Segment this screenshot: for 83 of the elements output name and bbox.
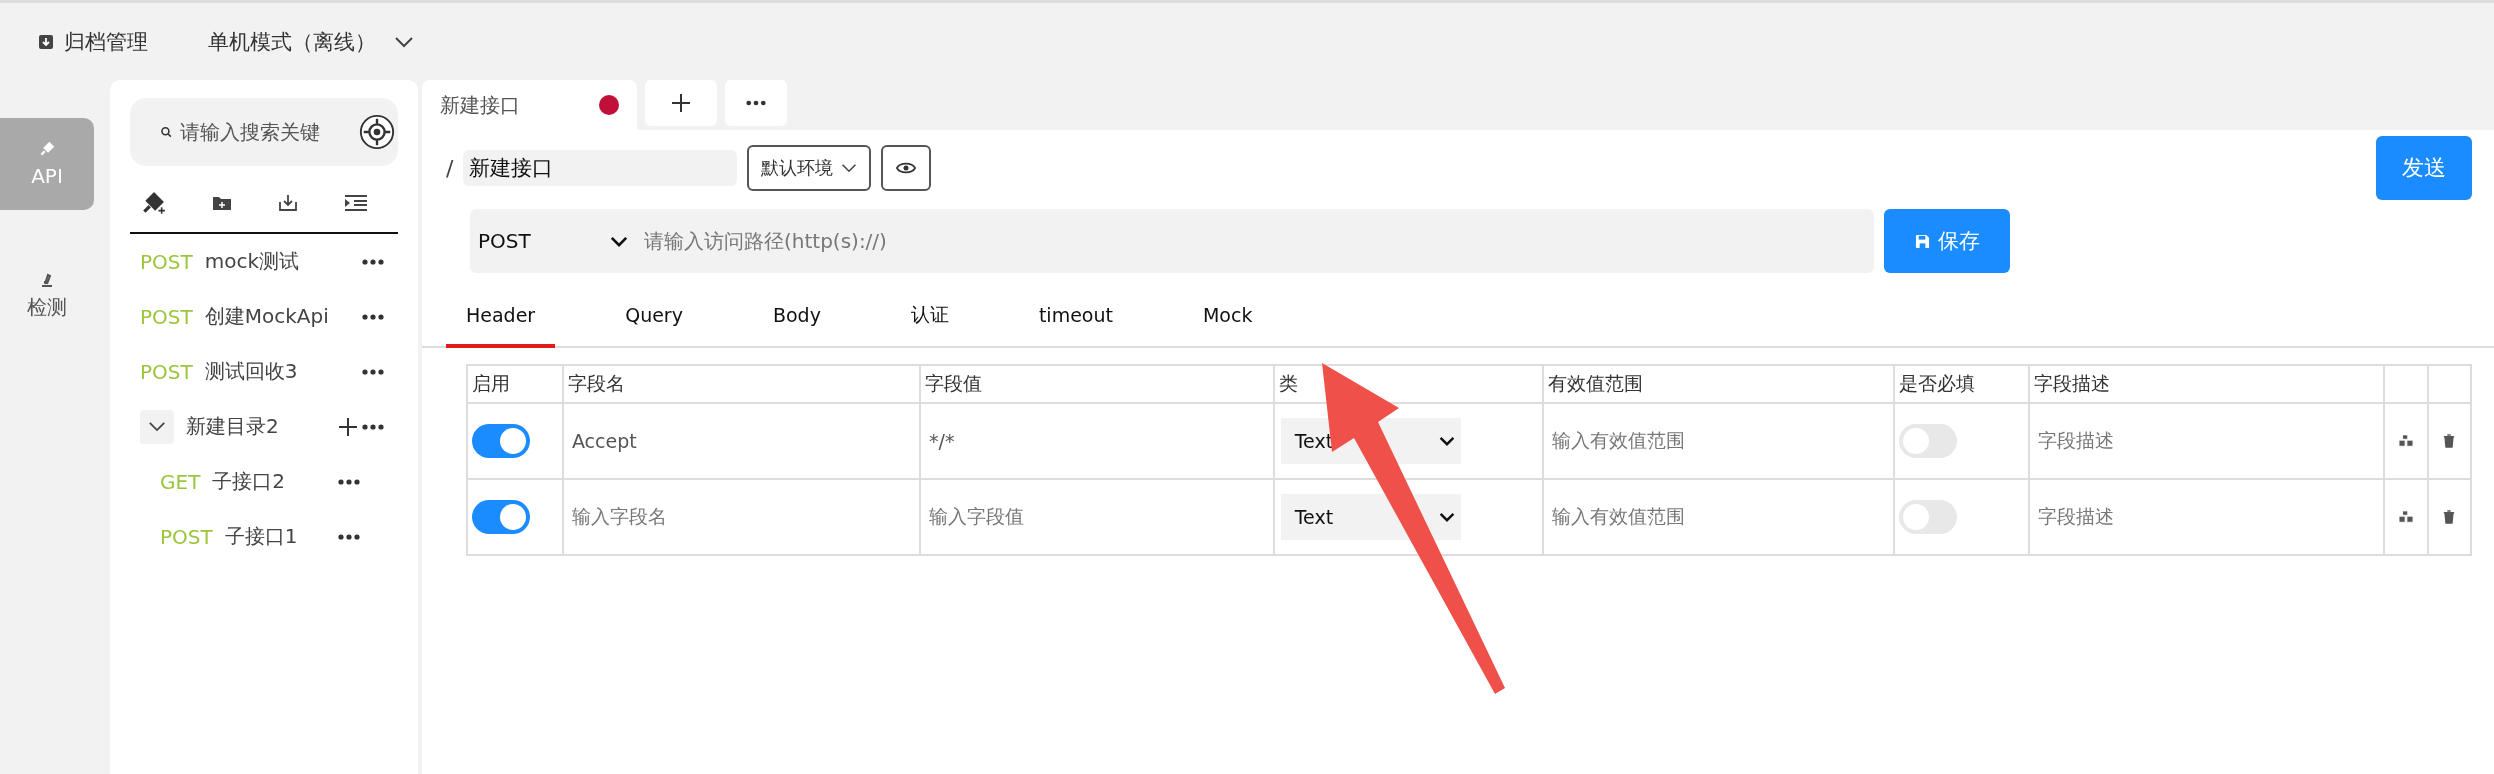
method-label: POST — [140, 249, 193, 274]
chevron-down-icon — [610, 235, 628, 247]
field-value-input[interactable]: 输入字段值 — [925, 505, 1028, 527]
chevron-down-icon — [148, 421, 166, 432]
eye-button[interactable] — [881, 145, 932, 191]
url-field[interactable]: 请输入访问路径(http(s)://) — [628, 209, 1874, 273]
column-header: 字段值 — [920, 365, 1274, 403]
api-item[interactable]: GET 子接口2 — [130, 454, 398, 509]
more-icon[interactable] — [362, 423, 384, 430]
folder-add-icon[interactable] — [212, 195, 232, 211]
column-header: 字段描述 — [2029, 365, 2385, 403]
api-item[interactable]: POST 子接口1 — [130, 509, 398, 564]
chevron-down-icon — [1438, 512, 1455, 522]
import-icon[interactable] — [278, 194, 298, 212]
plus-icon — [671, 93, 691, 113]
archive-label: 归档管理 — [64, 28, 148, 56]
new-tab-button[interactable] — [645, 80, 717, 126]
enable-toggle[interactable] — [472, 424, 530, 458]
method-label: POST — [160, 524, 213, 549]
chevron-down-icon — [394, 35, 414, 48]
field-name-input[interactable]: Accept — [567, 430, 641, 452]
api-item[interactable]: POST mock测试 — [130, 234, 398, 289]
folder-item[interactable]: 新建目录2 — [130, 399, 398, 454]
method-label: POST — [140, 359, 193, 384]
trash-icon[interactable] — [2443, 434, 2456, 448]
param-tab[interactable]: 认证 — [890, 286, 969, 348]
name-field[interactable]: 新建接口 — [463, 150, 738, 186]
floppy-icon — [1914, 233, 1930, 249]
field-name-input[interactable]: 输入字段名 — [567, 505, 671, 527]
range-input[interactable]: 输入有效值范围 — [1547, 429, 1689, 451]
download-icon — [38, 33, 54, 50]
description-input[interactable]: 字段描述 — [2034, 429, 2119, 451]
param-tab[interactable]: Body — [752, 286, 841, 348]
param-tab[interactable]: Header — [446, 286, 556, 348]
api-item[interactable]: POST 创建MockApi — [130, 289, 398, 344]
more-icon[interactable] — [338, 478, 360, 485]
folder-name: 新建目录2 — [186, 413, 279, 440]
more-icon[interactable] — [338, 533, 360, 540]
mode-dropdown[interactable]: 单机模式（离线） — [208, 27, 414, 56]
microscope-icon — [39, 271, 55, 288]
cubes-icon[interactable] — [2398, 510, 2415, 524]
column-header: 启用 — [467, 365, 563, 403]
description-input[interactable]: 字段描述 — [2034, 505, 2119, 527]
param-tab[interactable]: Query — [605, 286, 703, 348]
locate-icon[interactable] — [358, 113, 396, 151]
param-tab[interactable]: Mock — [1182, 286, 1273, 348]
api-name: 测试回收3 — [204, 358, 298, 385]
document-tab[interactable]: 新建接口 — [422, 80, 637, 130]
chevron-down-icon — [841, 163, 858, 173]
method-label: GET — [160, 469, 201, 494]
more-icon[interactable] — [362, 368, 384, 375]
expand-toggle[interactable] — [140, 409, 174, 444]
more-icon[interactable] — [362, 258, 384, 265]
api-item[interactable]: POST 测试回收3 — [130, 344, 398, 399]
enable-toggle[interactable] — [472, 500, 530, 534]
eye-icon — [896, 162, 917, 174]
environment-dropdown[interactable]: 默认环境 — [747, 145, 872, 191]
method-dropdown[interactable]: POST — [470, 209, 628, 273]
param-tab[interactable]: timeout — [1018, 286, 1133, 348]
api-name: 子接口2 — [212, 468, 286, 495]
api-name: 子接口1 — [224, 523, 298, 550]
rail-tab[interactable]: 检测 — [0, 250, 94, 342]
chevron-down-icon — [1438, 436, 1455, 446]
plug-icon — [38, 140, 56, 158]
field-value-input[interactable]: */* — [925, 430, 959, 452]
more-icon[interactable] — [362, 313, 384, 320]
indent-icon[interactable] — [344, 194, 368, 212]
path-separator: / — [446, 155, 454, 181]
search-icon — [160, 125, 173, 139]
cubes-icon[interactable] — [2398, 434, 2415, 448]
column-header: 是否必填 — [1893, 365, 2030, 403]
plus-icon[interactable] — [338, 416, 358, 437]
column-header: 有效值范围 — [1542, 365, 1894, 403]
plug-add-icon[interactable] — [140, 190, 166, 216]
api-name: 创建MockApi — [204, 303, 329, 330]
range-input[interactable]: 输入有效值范围 — [1547, 505, 1689, 527]
column-header: 字段名 — [562, 365, 920, 403]
trash-icon[interactable] — [2443, 510, 2456, 524]
tab-title: 新建接口 — [440, 91, 520, 119]
archive-menu[interactable]: 归档管理 — [38, 27, 148, 56]
method-label: POST — [140, 304, 193, 329]
api-name: mock测试 — [204, 248, 299, 275]
more-icon — [746, 100, 766, 106]
